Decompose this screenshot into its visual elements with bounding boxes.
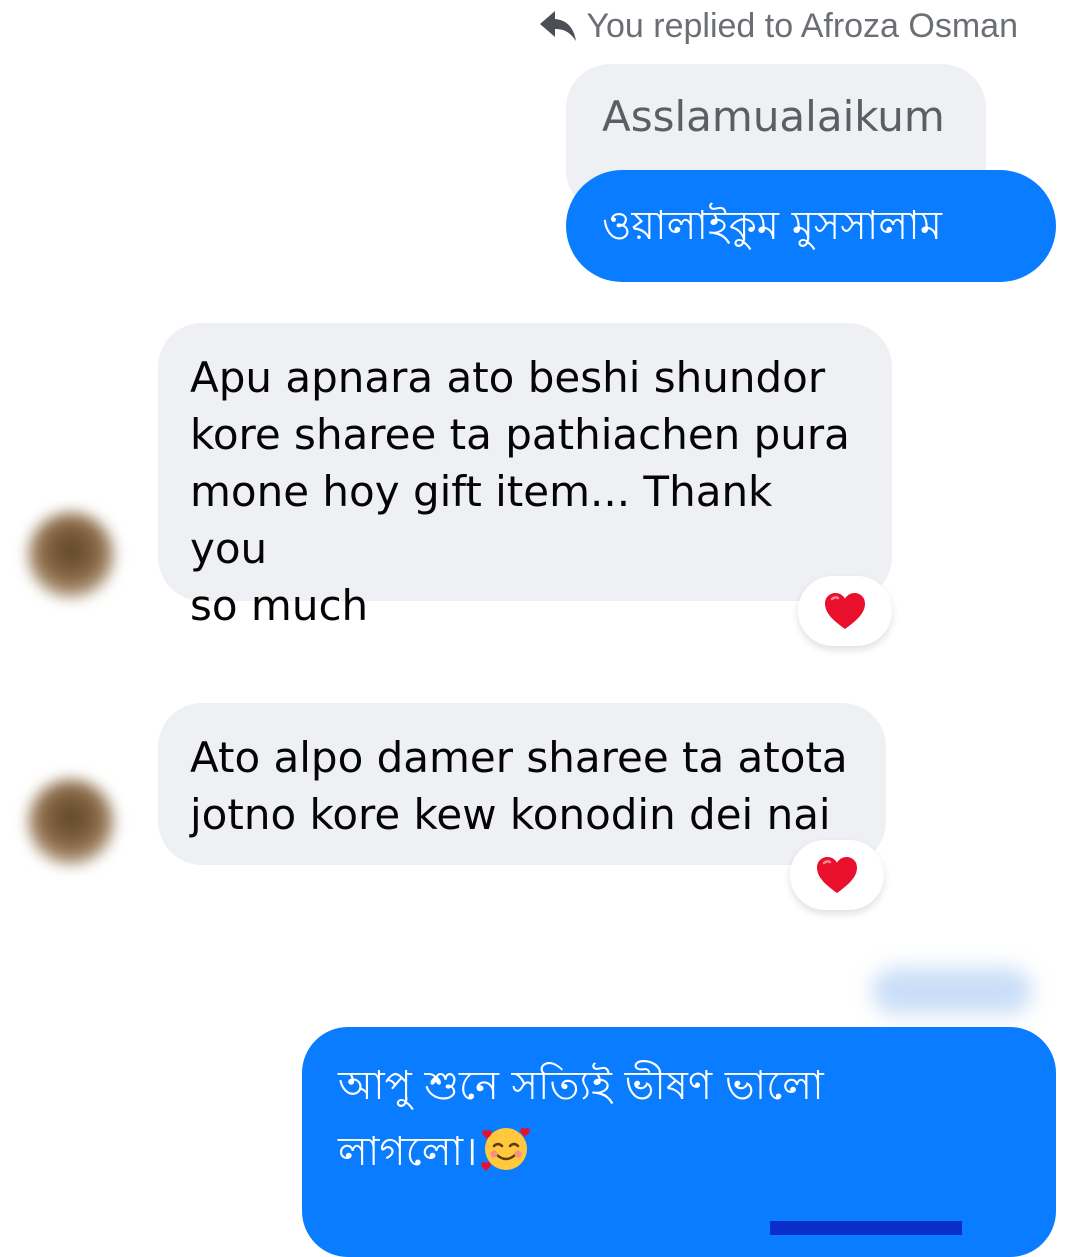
quoted-message-text: Asslamualaikum [602, 92, 945, 141]
outgoing-reply-text: ওয়ালাইকুম মুসসালাম [602, 203, 942, 249]
incoming-message[interactable]: Ato alpo damer sharee ta atota jotno kor… [158, 703, 886, 865]
reply-context-header: You replied to Afroza Osman [538, 4, 1018, 48]
red-heart-icon [817, 857, 857, 893]
contact-avatar[interactable] [28, 779, 114, 865]
incoming-message[interactable]: Apu apnara ato beshi shundor kore sharee… [158, 323, 892, 630]
message-line: Ato alpo damer sharee ta atota [190, 733, 848, 782]
outgoing-reply-message[interactable]: ওয়ালাইকুম মুসসালাম [566, 170, 1056, 282]
message-line: আপু শুনে সত্যিই ভীষণ ভালো [338, 1063, 824, 1109]
message-line: mone hoy gift item... Thank you [190, 467, 773, 573]
reply-arrow-icon [540, 11, 577, 41]
message-line: Apu apnara ato beshi shundor [190, 353, 826, 402]
message-line: so much [190, 581, 369, 630]
contact-avatar[interactable] [28, 512, 114, 598]
message-line: kore sharee ta pathiachen pura [190, 410, 850, 459]
reply-context-label: You replied to Afroza Osman [586, 7, 1018, 45]
reaction-badge[interactable] [798, 576, 892, 646]
red-heart-icon [825, 593, 865, 629]
blurred-reply-label [872, 968, 1032, 1014]
message-line: লাগলো। [338, 1119, 1020, 1185]
smiling-face-with-hearts-icon [481, 1127, 531, 1171]
message-line: jotno kore kew konodin dei nai [190, 790, 831, 839]
clipped-message-line [338, 1191, 1020, 1235]
redacted-strip [770, 1221, 962, 1235]
message-line-text: লাগলো। [338, 1129, 478, 1175]
reaction-badge[interactable] [790, 840, 884, 910]
outgoing-message[interactable]: আপু শুনে সত্যিই ভীষণ ভালো লাগলো। [302, 1027, 1056, 1257]
